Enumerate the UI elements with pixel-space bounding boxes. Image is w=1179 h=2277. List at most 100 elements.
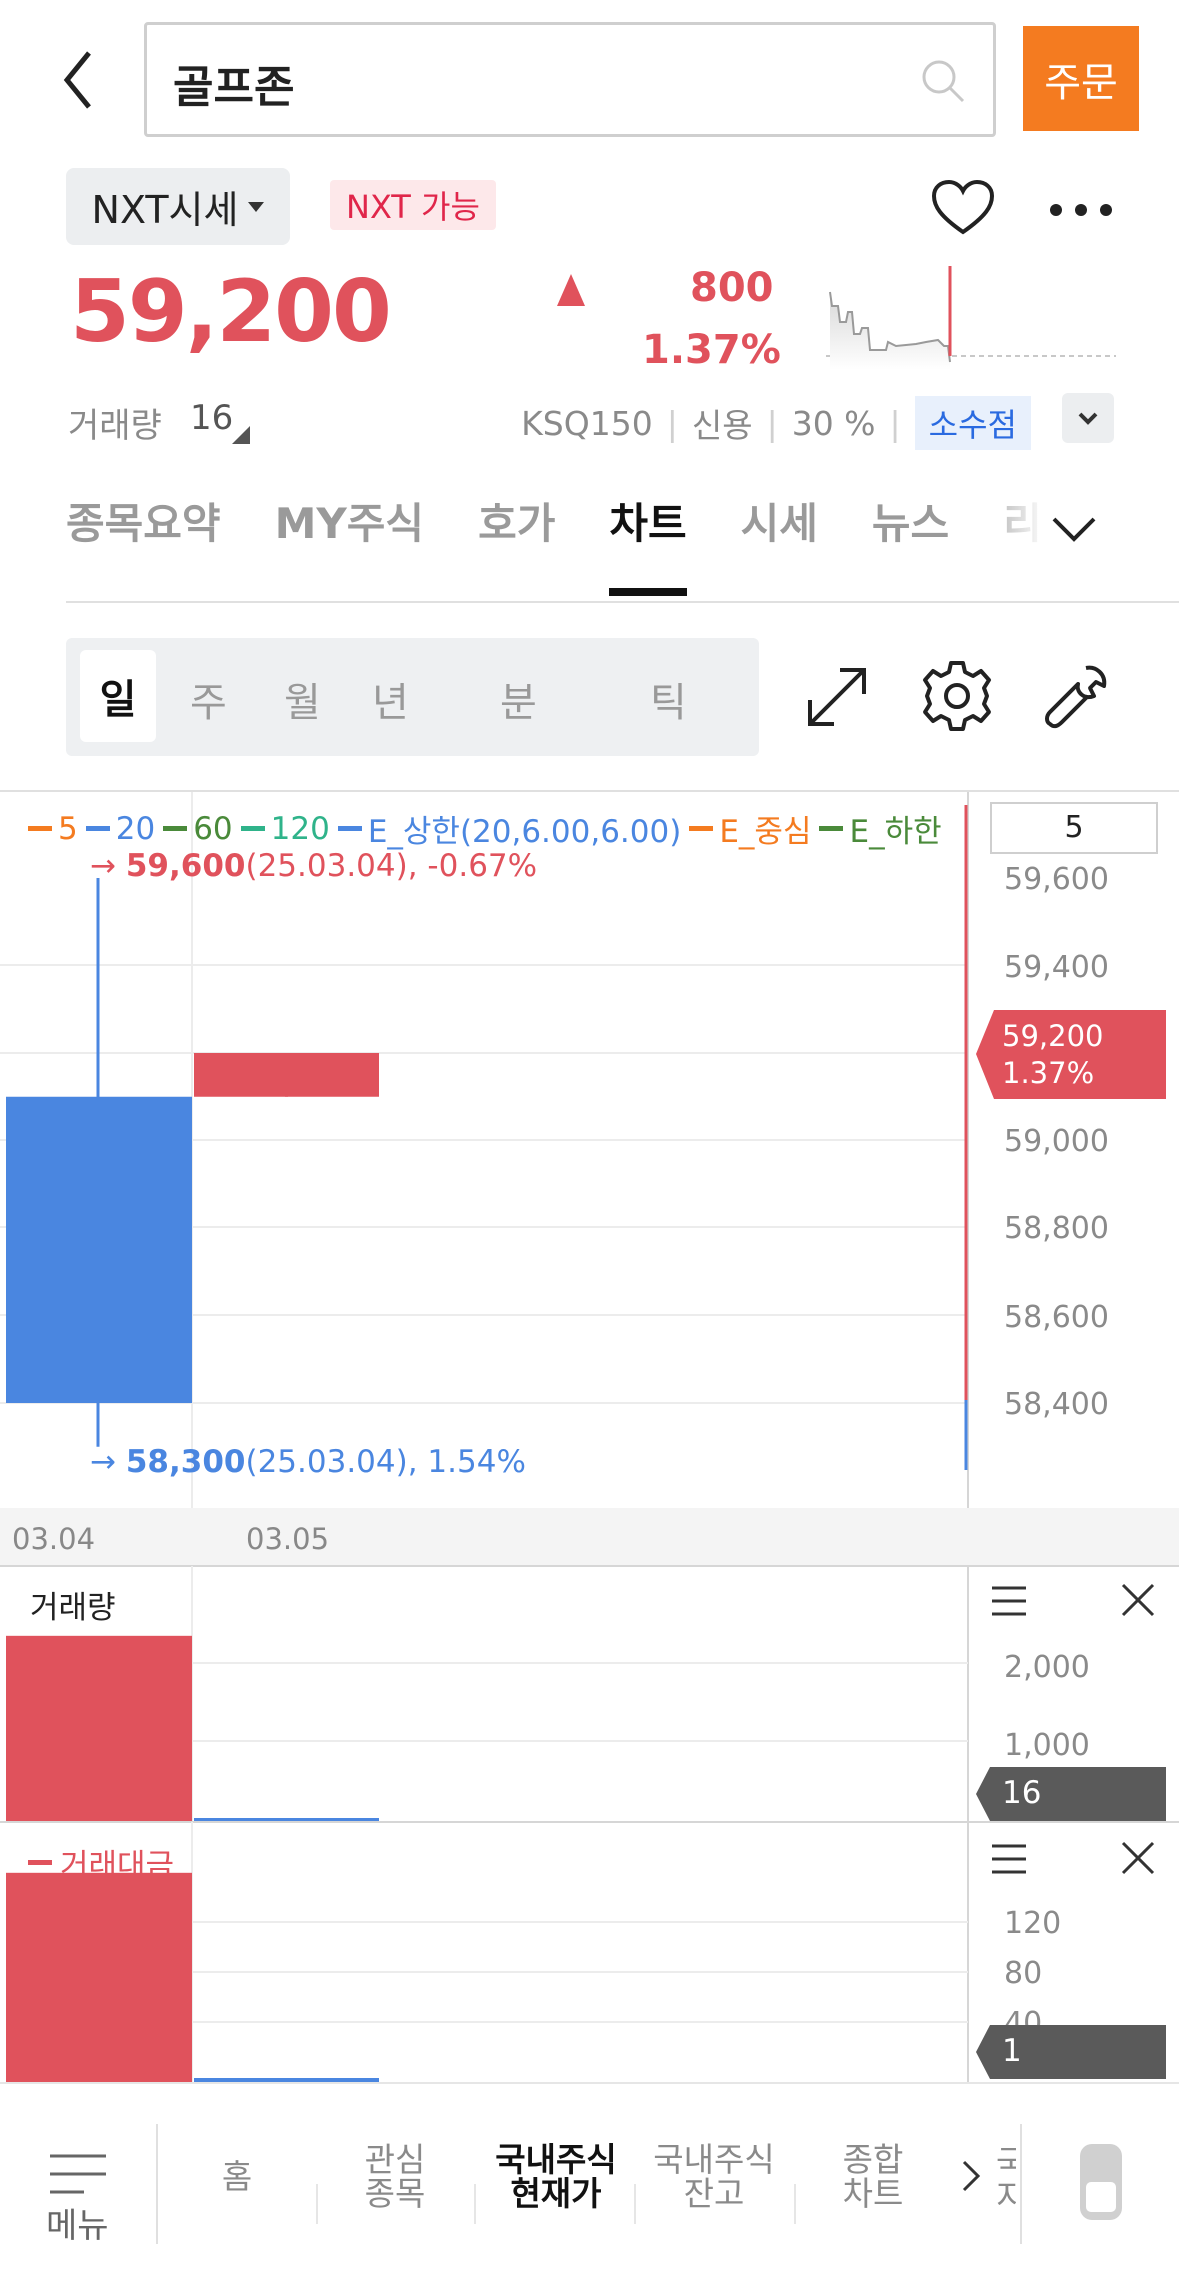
y-tick: 59,400 [1004,950,1109,985]
tab-divider [66,601,1179,603]
search-input[interactable]: 골프존 [144,22,996,137]
legend-label: 20 [115,810,156,847]
nxt-available-badge: NXT 가능 [330,180,496,230]
tab-my-stock[interactable]: MY주식 [275,490,425,602]
legend-ma20: 20 [85,806,156,851]
bottom-nav: 메뉴 홈 관심 종목 국내주식 현재가 국내주식 잔고 종합 차트 국 지 [0,2082,1179,2277]
legend-label: 120 [270,810,330,847]
price-change: 800 [690,265,774,311]
volume-bar [6,1635,192,1822]
period-day[interactable]: 일 [80,650,156,742]
heart-icon[interactable] [930,178,996,238]
y-tick: 58,600 [1004,1300,1109,1335]
menu-label[interactable]: 메뉴 [46,2198,109,2247]
stock-info-row: KSQ150 | 신용 | 30 % | 소수점 [521,396,1031,450]
low-annotation: → 58,300(25.03.04), 1.54% [90,1444,526,1480]
legend-ma60: 60 [163,806,233,851]
nav-divider [1020,2124,1022,2244]
stock-chart[interactable] [0,792,1179,2082]
nav-divider [156,2124,158,2244]
gear-icon[interactable] [918,657,996,735]
candle-body [194,1053,379,1097]
index-label: KSQ150 [521,403,653,443]
x-tick: 03.04 [12,1522,96,1556]
volume-bar [6,1872,192,2082]
market-select[interactable]: NXT시세 [66,168,290,245]
close-icon[interactable] [1120,1840,1156,1876]
market-select-label: NXT시세 [91,188,239,232]
tab-summary[interactable]: 종목요약 [66,490,221,602]
search-icon[interactable] [915,53,971,109]
high-detail: (25.03.04), -0.67% [245,848,538,884]
chevron-down-icon [1078,412,1098,425]
period-year[interactable]: 년 [372,670,409,728]
wrench-icon[interactable] [1038,660,1112,734]
chevron-down-icon[interactable] [1046,505,1102,555]
period-month[interactable]: 월 [284,670,321,728]
candle-body [6,1096,192,1403]
current-price: 59,200 [70,262,392,362]
volume-pane-title: 거래량 [30,1590,116,1626]
fullscreen-icon[interactable] [800,660,874,734]
menu-icon[interactable] [990,1842,1028,1876]
y-tick: 1,000 [1004,1728,1090,1763]
tag-price: 59,200 [1002,1019,1104,1053]
y-tick: 59,600 [1004,862,1109,897]
y-tick: 2,000 [1004,1650,1090,1685]
low-value: 58,300 [125,1444,246,1480]
arrow-right-icon: → [90,848,126,884]
up-triangle-icon [557,274,585,306]
price-change-pct: 1.37% [642,327,781,373]
decimal-badge[interactable]: 소수점 [914,396,1031,450]
chart-period-input[interactable]: 5 [990,802,1158,854]
nav-partial-item[interactable]: 국 지 [996,2146,1016,2214]
close-icon[interactable] [1120,1582,1156,1618]
more-icon[interactable] [1048,200,1114,220]
period-minute[interactable]: 분 [500,670,537,728]
amount-tag-text: 1 [1002,2033,1022,2069]
corner-triangle-icon [232,426,250,444]
chevron-right-icon[interactable] [956,2156,986,2196]
legend-label: E_상한(20,6.00,6.00) [367,814,682,850]
volume-value: 16 [190,398,234,438]
high-annotation: → 59,600(25.03.04), -0.67% [90,848,537,884]
menu-icon[interactable] [990,1584,1028,1618]
nav-home[interactable]: 홈 [172,2112,302,2242]
tab-quotes[interactable]: 시세 [741,490,818,602]
intraday-sparkline [826,266,1116,370]
stock-tabs: 종목요약 MY주식 호가 차트 시세 뉴스 리 [66,490,1096,602]
nav-watchlist[interactable]: 관심 종목 [330,2112,460,2242]
tab-orderbook[interactable]: 호가 [478,490,555,602]
period-tick[interactable]: 틱 [650,670,687,728]
search-value: 골프존 [173,62,295,113]
nav-separator [474,2184,476,2224]
expand-info-button[interactable] [1062,393,1114,443]
y-tick: 80 [1004,1956,1043,1991]
phone-icon[interactable] [1078,2142,1124,2222]
tab-news[interactable]: 뉴스 [872,490,949,602]
nav-domestic-balance[interactable]: 국내주식 잔고 [636,2112,792,2242]
credit-label: 신용 [691,406,753,445]
order-button[interactable]: 주문 [1023,26,1139,131]
nav-separator [794,2184,796,2224]
chart-legend: 5 20 60 120 E_상한(20,6.00,6.00) E_중심 E_하한 [28,806,942,851]
high-value: 59,600 [125,848,246,884]
x-tick: 03.05 [246,1522,330,1556]
legend-label: 5 [58,810,78,847]
legend-ma120: 120 [240,806,330,851]
nav-domestic-price[interactable]: 국내주식 현재가 [478,2112,634,2242]
arrow-right-icon: → [90,1444,126,1480]
period-week[interactable]: 주 [190,670,227,728]
tab-chart[interactable]: 차트 [609,490,687,602]
y-tick: 58,800 [1004,1211,1109,1246]
legend-label: 60 [193,810,233,847]
volume-tag-text: 16 [1002,1775,1042,1811]
volume-label: 거래량 [68,406,162,446]
current-price-tag-text: 59,200 1.37% [1002,1018,1103,1092]
amount-pane-title-text: 거래대금 [60,1848,175,1884]
period-selector: 일 주 월 년 분 틱 [66,638,759,756]
back-icon[interactable] [55,45,105,115]
nav-chart[interactable]: 종합 차트 [808,2112,938,2242]
y-tick: 59,000 [1004,1124,1109,1159]
low-detail: (25.03.04), 1.54% [245,1444,526,1480]
